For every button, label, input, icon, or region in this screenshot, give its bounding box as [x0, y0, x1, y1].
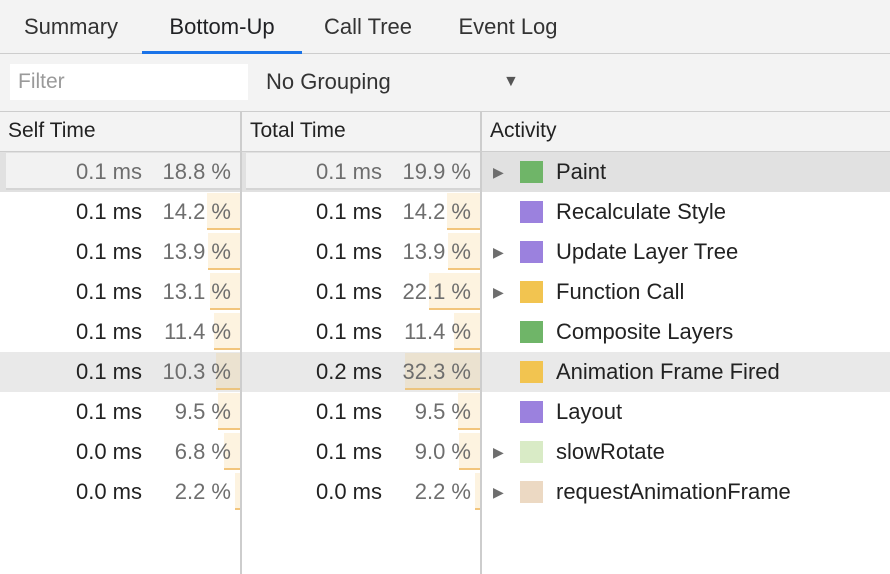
- column-divider[interactable]: [480, 112, 482, 574]
- self-time-percent: 13.9 %: [162, 239, 232, 264]
- toolbar: No Grouping ▼: [0, 54, 890, 112]
- total-time-ms: 0.0 ms: [315, 479, 382, 504]
- tab-event-log[interactable]: Event Log: [444, 0, 572, 54]
- self-time-ms: 0.0 ms: [75, 479, 142, 504]
- total-time-percent: 13.9 %: [402, 239, 472, 264]
- table-row[interactable]: 0.1 ms 13.1 % 0.1 ms 22.1 % ▶ Function Call: [0, 272, 890, 312]
- total-time-ms: 0.1 ms: [315, 399, 382, 424]
- self-time-ms: 0.1 ms: [75, 159, 142, 184]
- total-time-ms: 0.1 ms: [315, 199, 382, 224]
- tab-bottom-up[interactable]: Bottom-Up: [142, 0, 302, 54]
- chevron-down-icon[interactable]: ▼: [503, 54, 519, 110]
- table-row[interactable]: 0.0 ms 6.8 % 0.1 ms 9.0 % ▶ slowRotate: [0, 432, 890, 472]
- total-time-ms: 0.1 ms: [315, 239, 382, 264]
- expand-triangle-icon[interactable]: ▶: [493, 152, 505, 192]
- category-color-swatch: [520, 241, 543, 263]
- column-header-total-time[interactable]: Total Time: [242, 112, 480, 151]
- self-time-percent: 10.3 %: [162, 359, 232, 384]
- activity-label: slowRotate: [556, 439, 665, 464]
- self-time-percent: 18.8 %: [162, 159, 232, 184]
- grouping-select[interactable]: No Grouping: [266, 54, 526, 110]
- self-time-ms: 0.1 ms: [75, 279, 142, 304]
- total-time-percent: 11.4 %: [404, 319, 471, 344]
- expand-triangle-icon[interactable]: ▶: [493, 472, 505, 512]
- category-color-swatch: [520, 361, 543, 383]
- category-color-swatch: [520, 481, 543, 503]
- activity-label: Paint: [556, 159, 607, 184]
- total-time-percent: 14.2 %: [402, 199, 472, 224]
- total-time-percent: 9.0 %: [414, 439, 471, 464]
- self-time-ms: 0.0 ms: [75, 439, 142, 464]
- category-color-swatch: [520, 281, 543, 303]
- self-time-percent: 13.1 %: [162, 279, 232, 304]
- activity-label: Composite Layers: [556, 319, 734, 344]
- tab-call-tree[interactable]: Call Tree: [312, 0, 424, 54]
- self-time-ms: 0.1 ms: [75, 399, 142, 424]
- self-time-ms: 0.1 ms: [75, 239, 142, 264]
- expand-triangle-icon[interactable]: ▶: [493, 232, 505, 272]
- activity-label: Function Call: [556, 279, 685, 304]
- activity-label: Animation Frame Fired: [556, 359, 780, 384]
- category-color-swatch: [520, 321, 543, 343]
- activity-label: requestAnimationFrame: [556, 479, 791, 504]
- self-time-percent: 14.2 %: [162, 199, 232, 224]
- table-row[interactable]: 0.1 ms 14.2 % 0.1 ms 14.2 % Recalculate Styl…: [0, 192, 890, 232]
- activity-label: Update Layer Tree: [556, 239, 739, 264]
- total-time-ms: 0.1 ms: [315, 319, 382, 344]
- self-time-percent: 2.2 %: [174, 479, 231, 504]
- category-color-swatch: [520, 441, 543, 463]
- category-color-swatch: [520, 401, 543, 423]
- column-divider[interactable]: [240, 112, 242, 574]
- activity-label: Layout: [556, 399, 623, 424]
- total-time-percent: 9.5 %: [414, 399, 471, 424]
- self-time-percent: 11.4 %: [164, 319, 231, 344]
- category-color-swatch: [520, 161, 543, 183]
- expand-triangle-icon[interactable]: ▶: [493, 432, 505, 472]
- column-header-activity[interactable]: Activity: [482, 112, 890, 151]
- self-time-ms: 0.1 ms: [75, 199, 142, 224]
- total-time-ms: 0.1 ms: [315, 279, 382, 304]
- total-time-ms: 0.1 ms: [315, 159, 382, 184]
- total-time-ms: 0.2 ms: [315, 359, 382, 384]
- expand-triangle-icon[interactable]: ▶: [493, 272, 505, 312]
- total-time-percent: 22.1 %: [402, 279, 472, 304]
- table-row[interactable]: 0.1 ms 11.4 % 0.1 ms 11.4 % Composite Layers: [0, 312, 890, 352]
- self-time-percent: 9.5 %: [174, 399, 231, 424]
- table-header: Self Time Total Time Activity: [0, 112, 890, 152]
- total-time-percent: 19.9 %: [402, 159, 472, 184]
- total-time-ms: 0.1 ms: [315, 439, 382, 464]
- table-row[interactable]: 0.0 ms 2.2 % 0.0 ms 2.2 % ▶ requestAnimationF…: [0, 472, 890, 512]
- table-row[interactable]: 0.1 ms 9.5 % 0.1 ms 9.5 % Layout: [0, 392, 890, 432]
- table-row[interactable]: 0.1 ms 13.9 % 0.1 ms 13.9 % ▶ Update Layer Tr…: [0, 232, 890, 272]
- table-row[interactable]: 0.1 ms 18.8 % 0.1 ms 19.9 % ▶ Paint: [0, 152, 890, 192]
- tab-summary[interactable]: Summary: [8, 0, 134, 54]
- table-row[interactable]: 0.1 ms 10.3 % 0.2 ms 32.3 % Animation Frame …: [0, 352, 890, 392]
- filter-input[interactable]: [10, 64, 248, 100]
- tab-bar: Summary Bottom-Up Call Tree Event Log: [0, 0, 890, 54]
- self-time-percent: 6.8 %: [174, 439, 231, 464]
- activity-label: Recalculate Style: [556, 199, 726, 224]
- self-time-ms: 0.1 ms: [75, 359, 142, 384]
- column-header-self-time[interactable]: Self Time: [0, 112, 240, 151]
- self-time-ms: 0.1 ms: [75, 319, 142, 344]
- category-color-swatch: [520, 201, 543, 223]
- total-time-percent: 32.3 %: [402, 359, 472, 384]
- total-time-percent: 2.2 %: [414, 479, 471, 504]
